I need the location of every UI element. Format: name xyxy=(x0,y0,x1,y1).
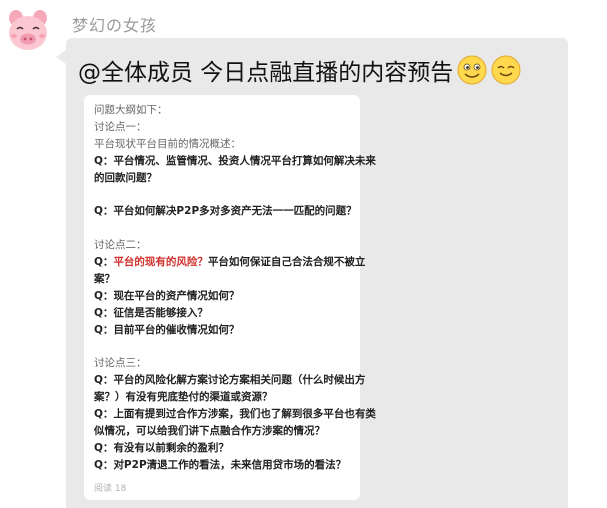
read-count: 阅读 18 xyxy=(94,484,127,494)
card-line: 问题大纲如下： xyxy=(94,104,168,116)
card-question-line: Q：平台如何解决P2P多对多资产无法一一匹配的问题？ xyxy=(94,205,357,217)
card-line: 案？）有没有兜底垫付的渠道或资源？ xyxy=(94,391,273,403)
smiley-face-icon xyxy=(457,55,487,85)
card-question-line: Q：现在平台的资产情况如何？ xyxy=(94,290,240,302)
pig-avatar[interactable] xyxy=(4,8,52,54)
card-question-line: Q：平台情况、监管情况、投资人情况平台打算如何解决未来 xyxy=(94,155,376,167)
card-question-line: Q：征信是否能够接入？ xyxy=(94,307,208,319)
card-line: 讨论点三： xyxy=(94,357,147,369)
message-headline: @全体成员 今日点融直播的内容预告 xyxy=(78,52,521,88)
card-line: 似情况，可以给我们讲下点融合作方涉案的情况？ xyxy=(94,425,325,437)
card-line: 平台现状平台目前的情况概述： xyxy=(94,138,241,150)
card-question-line: Q：有没有以前剩余的盈利？ xyxy=(94,442,229,454)
card-line: 讨论点一： xyxy=(94,121,147,133)
card-line: 讨论点二： xyxy=(94,239,147,251)
card-question-line: Q：平台的现有的风险？平台如何保证自己合法合规不被立 xyxy=(94,256,366,268)
risk-highlight: 平台的现有的风险？ xyxy=(113,256,208,268)
announcement-card[interactable]: 问题大纲如下： 讨论点一： 平台现状平台目前的情况概述： Q：平台情况、监管情况… xyxy=(84,95,376,500)
headline-text: @全体成员 今日点融直播的内容预告 xyxy=(78,60,454,86)
bubble-tail xyxy=(56,50,66,64)
card-question-line: Q：平台的风险化解方案讨论方案相关问题（什么时候出方 xyxy=(94,374,366,386)
card-question-line: Q：目前平台的催收情况如何？ xyxy=(94,324,240,336)
card-line: 的回款问题？ xyxy=(94,172,157,184)
smiling-face-icon xyxy=(491,55,521,85)
card-question-line: Q：对P2P清退工作的看法，未来信用贷市场的看法？ xyxy=(94,459,347,471)
card-line: 案？ xyxy=(94,273,115,285)
card-question-line: Q：上面有提到过合作方涉案，我们也了解到很多平台也有类 xyxy=(94,408,376,420)
sender-name: 梦幻の女孩 xyxy=(72,16,158,35)
